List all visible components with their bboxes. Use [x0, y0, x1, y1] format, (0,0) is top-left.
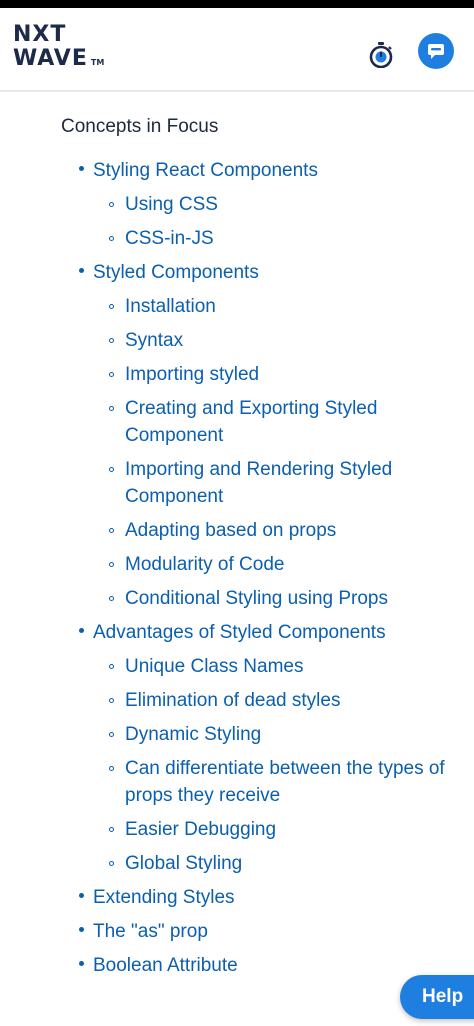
subtopic-item: Can differentiate between the types of p…: [92, 752, 474, 813]
status-bar: [0, 0, 474, 8]
subtopic-item: Syntax: [92, 324, 474, 358]
subtopic-item: Global Styling: [92, 847, 474, 881]
subtopic-item: Importing styled: [92, 358, 474, 392]
circle-bullet-icon: [109, 304, 114, 309]
subtopics-list: Unique Class Names Elimination of dead st…: [93, 650, 474, 881]
circle-bullet-icon: [109, 732, 114, 737]
circle-bullet-icon: [109, 236, 114, 241]
stopwatch-icon[interactable]: [368, 42, 394, 68]
bullet-icon: [79, 628, 84, 633]
app-header: NXT WAVE TM: [0, 8, 474, 92]
circle-bullet-icon: [109, 562, 114, 567]
circle-bullet-icon: [109, 406, 114, 411]
topic-link[interactable]: Styling React Components: [93, 154, 474, 188]
bullet-icon: [79, 961, 84, 966]
circle-bullet-icon: [109, 596, 114, 601]
circle-bullet-icon: [109, 827, 114, 832]
logo-trademark: TM: [90, 58, 105, 67]
subtopics-list: Using CSS CSS-in-JS: [93, 188, 474, 256]
circle-bullet-icon: [109, 372, 114, 377]
subtopic-item: Using CSS: [92, 188, 474, 222]
subtopic-item: CSS-in-JS: [92, 222, 474, 256]
topic-item: Boolean Attribute: [0, 949, 474, 983]
subtopic-link[interactable]: CSS-in-JS: [125, 222, 460, 256]
subtopic-item: Easier Debugging: [92, 813, 474, 847]
circle-bullet-icon: [109, 766, 114, 771]
logo-word: WAVE: [13, 46, 88, 71]
subtopic-link[interactable]: Creating and Exporting Styled Component: [125, 392, 460, 453]
topic-item: The "as" prop: [0, 915, 474, 949]
subtopic-link[interactable]: Importing and Rendering Styled Component: [125, 453, 460, 514]
circle-bullet-icon: [109, 861, 114, 866]
subtopic-item: Adapting based on props: [92, 514, 474, 548]
subtopic-link[interactable]: Unique Class Names: [125, 650, 460, 684]
circle-bullet-icon: [109, 202, 114, 207]
subtopic-item: Unique Class Names: [92, 650, 474, 684]
subtopic-link[interactable]: Dynamic Styling: [125, 718, 460, 752]
subtopic-item: Elimination of dead styles: [92, 684, 474, 718]
subtopic-item: Creating and Exporting Styled Component: [92, 392, 474, 453]
subtopic-item: Conditional Styling using Props: [92, 582, 474, 616]
subtopic-link[interactable]: Can differentiate between the types of p…: [125, 752, 460, 813]
circle-bullet-icon: [109, 338, 114, 343]
subtopic-link[interactable]: Conditional Styling using Props: [125, 582, 460, 616]
topic-link[interactable]: The "as" prop: [93, 915, 474, 949]
subtopics-list: Installation Syntax Importing styled Creati…: [93, 290, 474, 616]
topic-item: Extending Styles: [0, 881, 474, 915]
bullet-icon: [79, 927, 84, 932]
help-button[interactable]: Help: [400, 975, 474, 1019]
topic-item: Advantages of Styled Components Unique Cl…: [0, 616, 474, 881]
subtopic-link[interactable]: Easier Debugging: [125, 813, 460, 847]
subtopic-link[interactable]: Global Styling: [125, 847, 460, 881]
subtopic-link[interactable]: Adapting based on props: [125, 514, 460, 548]
logo-line-1: NXT: [13, 22, 67, 47]
subtopic-link[interactable]: Installation: [125, 290, 460, 324]
subtopic-item: Modularity of Code: [92, 548, 474, 582]
topic-link[interactable]: Extending Styles: [93, 881, 474, 915]
bullet-icon: [79, 268, 84, 273]
section-title: Concepts in Focus: [61, 116, 219, 137]
chat-bubble-icon[interactable]: [418, 33, 454, 69]
topic-item: Styling React Components Using CSS CSS-in-…: [0, 154, 474, 256]
circle-bullet-icon: [109, 528, 114, 533]
bullet-icon: [79, 893, 84, 898]
subtopic-link[interactable]: Modularity of Code: [125, 548, 460, 582]
logo-line-2: WAVE TM: [13, 48, 104, 70]
subtopic-link[interactable]: Importing styled: [125, 358, 460, 392]
nxtwave-logo[interactable]: NXT WAVE TM: [13, 24, 104, 70]
subtopic-link[interactable]: Using CSS: [125, 188, 460, 222]
circle-bullet-icon: [109, 467, 114, 472]
topic-link[interactable]: Styled Components: [93, 256, 474, 290]
topic-link[interactable]: Advantages of Styled Components: [93, 616, 474, 650]
subtopic-link[interactable]: Syntax: [125, 324, 460, 358]
subtopic-item: Dynamic Styling: [92, 718, 474, 752]
subtopic-link[interactable]: Elimination of dead styles: [125, 684, 460, 718]
circle-bullet-icon: [109, 698, 114, 703]
topic-item: Styled Components Installation Syntax Impor…: [0, 256, 474, 616]
circle-bullet-icon: [109, 664, 114, 669]
subtopic-item: Installation: [92, 290, 474, 324]
subtopic-item: Importing and Rendering Styled Component: [92, 453, 474, 514]
bullet-icon: [79, 166, 84, 171]
topics-list: Styling React Components Using CSS CSS-in-…: [0, 154, 474, 983]
